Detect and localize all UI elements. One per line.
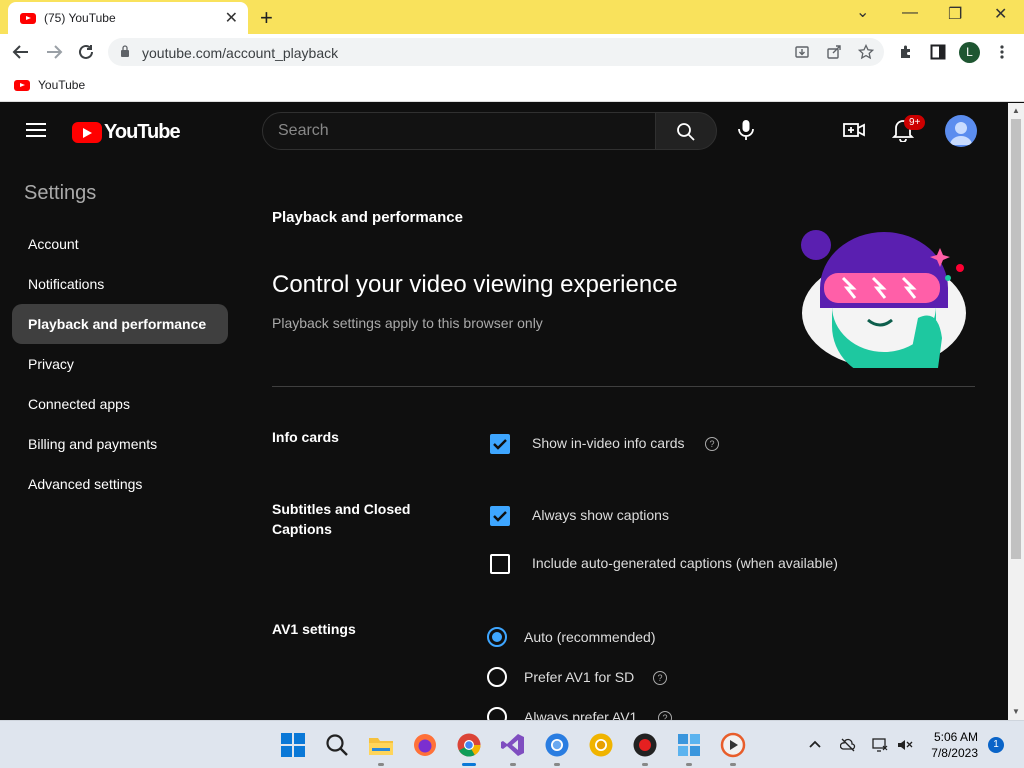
browser-toolbar: youtube.com/account_playback L: [0, 34, 1024, 70]
settings-sidenav: Account Notifications Playback and perfo…: [12, 224, 228, 504]
sidebar-item-billing[interactable]: Billing and payments: [12, 424, 228, 464]
page-scrollbar[interactable]: ▲ ▼: [1008, 103, 1024, 720]
av1-always-help-icon[interactable]: ?: [658, 711, 672, 720]
info-cards-label: Info cards: [272, 429, 339, 445]
checkmark-icon: [493, 439, 507, 450]
notification-center-badge[interactable]: 1: [988, 737, 1004, 753]
network-icon[interactable]: [872, 737, 888, 753]
av1-auto-option: Auto (recommended): [524, 629, 656, 645]
install-app-icon[interactable]: [794, 44, 810, 60]
firefox-icon[interactable]: [412, 732, 438, 758]
address-bar[interactable]: youtube.com/account_playback: [108, 38, 884, 66]
sidebar-item-advanced[interactable]: Advanced settings: [12, 464, 228, 504]
chrome-icon[interactable]: [456, 732, 482, 758]
page-title: Control your video viewing experience: [272, 271, 678, 298]
bookmark-youtube[interactable]: YouTube: [14, 78, 85, 92]
auto-generated-captions-option: Include auto-generated captions (when av…: [532, 555, 838, 571]
av1-settings-label: AV1 settings: [272, 621, 356, 637]
onedrive-offline-icon[interactable]: [840, 737, 856, 753]
youtube-favicon-icon: [14, 79, 30, 91]
running-indicator: [686, 763, 692, 766]
settings-content: Playback and performance Control your vi…: [272, 103, 976, 720]
browser-tab-strip: (75) YouTube ✕ + ⌄ — ❐ ✕: [0, 0, 1024, 34]
share-icon[interactable]: [826, 44, 842, 60]
taskbar-search-icon[interactable]: [324, 732, 350, 758]
side-panel-icon[interactable]: [930, 44, 946, 60]
auto-generated-captions-checkbox[interactable]: [490, 554, 510, 574]
sidebar-item-notifications[interactable]: Notifications: [12, 264, 228, 304]
clock-date: 7/8/2023: [931, 746, 978, 760]
clock-time: 5:06 AM: [933, 730, 978, 744]
active-app-indicator: [462, 763, 476, 766]
lock-icon[interactable]: [120, 45, 130, 57]
info-cards-checkbox[interactable]: [490, 434, 510, 454]
visual-studio-icon[interactable]: [500, 732, 526, 758]
windows-start-icon[interactable]: [280, 732, 306, 758]
tray-overflow-chevron-icon[interactable]: [808, 739, 822, 749]
youtube-play-logo-icon: [72, 122, 102, 143]
windows-app-icon[interactable]: [676, 732, 702, 758]
screen-recorder-icon[interactable]: [632, 732, 658, 758]
settings-title: Settings: [24, 182, 97, 204]
running-indicator: [642, 763, 648, 766]
scrollbar-thumb[interactable]: [1011, 119, 1021, 559]
sidebar-item-account[interactable]: Account: [12, 224, 228, 264]
section-divider: [272, 386, 975, 387]
windows-taskbar: 5:06 AM 7/8/2023 1: [0, 720, 1024, 768]
running-indicator: [730, 763, 736, 766]
forward-arrow-icon[interactable]: [45, 43, 63, 61]
volume-muted-icon[interactable]: [897, 737, 913, 753]
file-explorer-icon[interactable]: [368, 732, 394, 758]
tab-search-chevron-icon[interactable]: ⌄: [856, 2, 869, 22]
info-cards-help-icon[interactable]: ?: [705, 437, 719, 451]
av1-prefer-sd-help-icon[interactable]: ?: [653, 671, 667, 685]
subtitles-label: Subtitles and Closed Captions: [272, 501, 411, 537]
chrome-canary-icon[interactable]: [588, 732, 614, 758]
bookmarks-bar: YouTube: [0, 70, 1024, 102]
youtube-wordmark: YouTube: [104, 121, 181, 143]
tab-close-icon[interactable]: ✕: [225, 8, 238, 28]
minimize-button[interactable]: —: [902, 4, 918, 22]
running-indicator: [510, 763, 516, 766]
info-cards-option: Show in-video info cards: [532, 435, 685, 451]
running-indicator: [554, 763, 560, 766]
bookmark-star-icon[interactable]: [858, 44, 874, 60]
url-text[interactable]: youtube.com/account_playback: [142, 45, 338, 61]
youtube-favicon-icon: [20, 12, 36, 24]
youtube-logo[interactable]: YouTube: [72, 121, 181, 144]
new-tab-button[interactable]: +: [260, 5, 273, 31]
page-subtitle: Playback settings apply to this browser …: [272, 315, 543, 331]
scroll-up-arrow-icon[interactable]: ▲: [1012, 106, 1020, 115]
hamburger-menu-icon[interactable]: [26, 123, 46, 137]
checkmark-icon: [493, 511, 507, 522]
always-show-captions-checkbox[interactable]: [490, 506, 510, 526]
media-player-icon[interactable]: [720, 732, 746, 758]
running-indicator: [378, 763, 384, 766]
av1-prefer-sd-radio[interactable]: [487, 667, 507, 687]
reload-icon[interactable]: [77, 43, 95, 61]
sidebar-item-privacy[interactable]: Privacy: [12, 344, 228, 384]
always-show-captions-option: Always show captions: [532, 507, 669, 523]
av1-auto-radio[interactable]: [487, 627, 507, 647]
bookmark-label: YouTube: [38, 78, 86, 92]
restore-button[interactable]: ❐: [948, 4, 962, 24]
chromium-icon[interactable]: [544, 732, 570, 758]
tab-title: (75) YouTube: [44, 11, 116, 25]
profile-avatar[interactable]: L: [959, 42, 980, 63]
kebab-menu-icon[interactable]: [996, 44, 1008, 60]
av1-prefer-sd-option: Prefer AV1 for SD: [524, 669, 635, 685]
av1-always-option: Always prefer AV1: [524, 709, 638, 720]
back-arrow-icon[interactable]: [12, 43, 30, 61]
extensions-puzzle-icon[interactable]: [898, 44, 914, 60]
section-heading: Playback and performance: [272, 209, 463, 226]
browser-tab-youtube[interactable]: (75) YouTube ✕: [8, 2, 248, 34]
scroll-down-arrow-icon[interactable]: ▼: [1012, 707, 1020, 716]
av1-always-radio[interactable]: [487, 707, 507, 720]
playback-illustration: [801, 230, 966, 368]
youtube-page: YouTube 9+ Settings Account Notification…: [0, 103, 1008, 720]
system-clock[interactable]: 5:06 AM 7/8/2023: [922, 729, 978, 761]
sidebar-item-playback[interactable]: Playback and performance: [12, 304, 228, 344]
sidebar-item-connected-apps[interactable]: Connected apps: [12, 384, 228, 424]
close-window-button[interactable]: ✕: [994, 4, 1007, 24]
